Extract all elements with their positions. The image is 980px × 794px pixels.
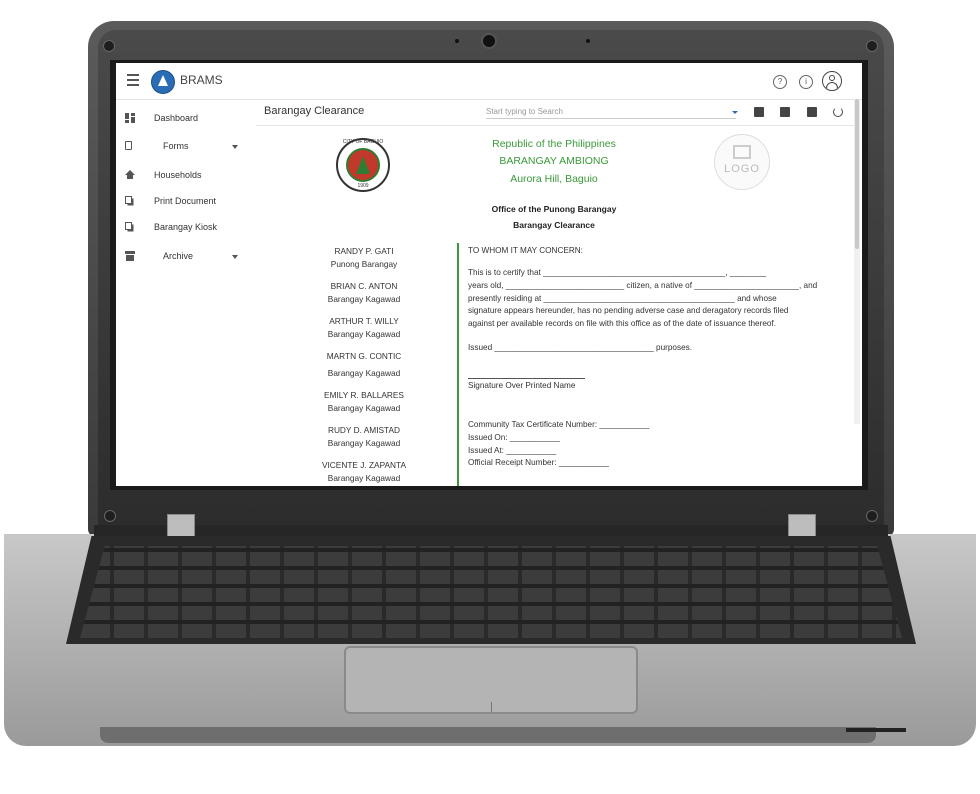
menu-icon[interactable] bbox=[127, 74, 139, 86]
bezel-screw bbox=[103, 40, 115, 52]
search-input[interactable] bbox=[486, 104, 736, 119]
webcam-icon bbox=[481, 33, 497, 49]
account-icon[interactable] bbox=[822, 71, 842, 91]
app-title: BRAMS bbox=[180, 73, 223, 87]
logo-text: LOGO bbox=[724, 163, 760, 175]
official-entry: VICENTE J. ZAPANTA Barangay Kagawad bbox=[321, 460, 407, 483]
bezel-screw bbox=[866, 40, 878, 52]
sidebar-item-label: Households bbox=[154, 170, 202, 180]
official-entry: ARTHUR T. WILLY Barangay Kagawad bbox=[327, 316, 401, 339]
certification-paragraph: This is to certify that ________________… bbox=[468, 268, 818, 329]
home-icon bbox=[125, 170, 135, 179]
archive-icon bbox=[125, 251, 135, 261]
barangay-logo-placeholder: LOGO bbox=[714, 134, 770, 190]
signature-line bbox=[468, 378, 585, 379]
refresh-icon[interactable] bbox=[833, 107, 843, 117]
copy-icon bbox=[125, 196, 132, 204]
sensor-dot bbox=[586, 39, 590, 43]
sidebar-item-print-document[interactable]: Print Document bbox=[116, 192, 246, 212]
official-entry: EMILY R. BALLARES Barangay Kagawad bbox=[324, 390, 404, 413]
official-entry: MARTN G. CONTIC Barangay Kagawad bbox=[326, 351, 402, 378]
dashboard-icon bbox=[125, 113, 135, 123]
sidebar-item-label: Dashboard bbox=[154, 113, 199, 123]
sidebar-item-dashboard[interactable]: Dashboard bbox=[116, 109, 246, 129]
office-title: Office of the Punong Barangay bbox=[491, 204, 617, 214]
header-line-2: BARANGAY AMBIONG bbox=[499, 155, 609, 167]
keyboard-rows bbox=[80, 546, 902, 638]
document-icon bbox=[125, 141, 132, 150]
image-icon bbox=[733, 145, 751, 159]
top-bar: BRAMS ? i bbox=[116, 63, 862, 100]
city-seal: CITY OF BAGUIO 1909 bbox=[336, 138, 390, 192]
app-screen: BRAMS ? i Dashboard Forms Households Pri… bbox=[116, 63, 862, 486]
sidebar-item-label: Forms bbox=[163, 141, 189, 151]
brams-logo bbox=[151, 70, 175, 94]
pdf-icon[interactable] bbox=[807, 107, 817, 117]
sidebar-item-forms[interactable]: Forms bbox=[116, 137, 246, 157]
copy-icon bbox=[125, 222, 132, 230]
sidebar-item-archive[interactable]: Archive bbox=[116, 247, 246, 267]
document-type: Barangay Clearance bbox=[513, 220, 595, 230]
seal-text: CITY OF BAGUIO bbox=[342, 139, 384, 145]
official-entry: RUDY D. AMISTAD Barangay Kagawad bbox=[327, 425, 401, 448]
touchpad bbox=[344, 646, 638, 714]
divider bbox=[256, 125, 854, 126]
sidebar-item-households[interactable]: Households bbox=[116, 166, 246, 186]
scrollbar[interactable] bbox=[854, 99, 860, 424]
sidebar-item-label: Archive bbox=[163, 251, 194, 261]
sidebar-item-label: Barangay Kiosk bbox=[154, 222, 218, 232]
edit-document-icon[interactable] bbox=[754, 107, 764, 117]
hinge bbox=[167, 514, 195, 538]
document-divider bbox=[457, 243, 459, 486]
front-lip bbox=[100, 727, 876, 743]
chevron-down-icon[interactable] bbox=[232, 145, 238, 149]
help-icon[interactable]: ? bbox=[773, 75, 787, 89]
bezel-screw bbox=[104, 510, 116, 522]
sensor-dot bbox=[455, 39, 459, 43]
sidebar: Dashboard Forms Households Print Documen… bbox=[116, 99, 246, 486]
header-line-1: Republic of the Philippines bbox=[492, 138, 616, 150]
sidebar-item-barangay-kiosk[interactable]: Barangay Kiosk bbox=[116, 218, 246, 238]
search-dropdown-icon[interactable] bbox=[732, 111, 738, 114]
header-line-3: Aurora Hill, Baguio bbox=[510, 173, 598, 185]
ctc-fields: Community Tax Certificate Number: ______… bbox=[468, 420, 650, 468]
card-slot bbox=[846, 728, 906, 732]
page-title: Barangay Clearance bbox=[264, 105, 365, 117]
bezel-screw bbox=[866, 510, 878, 522]
scroll-thumb[interactable] bbox=[855, 99, 859, 249]
chevron-down-icon[interactable] bbox=[232, 255, 238, 259]
sidebar-item-label: Print Document bbox=[154, 196, 217, 206]
signature-label: Signature Over Printed Name bbox=[468, 381, 576, 390]
print-icon[interactable] bbox=[780, 107, 790, 117]
issued-purpose: Issued _________________________________… bbox=[468, 343, 693, 352]
official-entry: BRIAN C. ANTON Barangay Kagawad bbox=[327, 281, 401, 304]
salutation: TO WHOM IT MAY CONCERN: bbox=[468, 246, 583, 255]
official-entry: RANDY P. GATI Punong Barangay bbox=[330, 246, 398, 269]
hinge-bar bbox=[94, 525, 888, 537]
info-icon[interactable]: i bbox=[799, 75, 813, 89]
seal-year: 1909 bbox=[357, 183, 369, 189]
hinge bbox=[788, 514, 816, 538]
